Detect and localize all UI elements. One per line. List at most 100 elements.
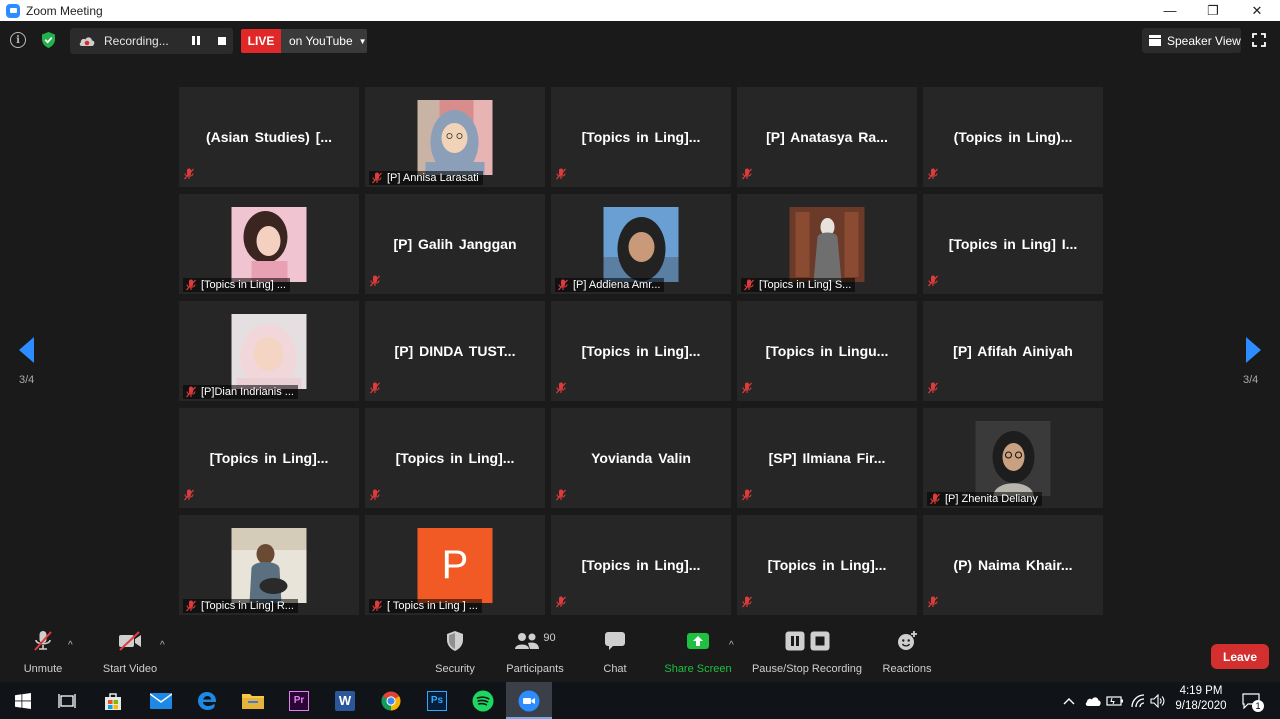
- reactions-button[interactable]: Reactions: [880, 626, 934, 682]
- stop-recording-icon[interactable]: [218, 37, 226, 45]
- participant-tile[interactable]: [SP] Ilmiana Fir...: [737, 408, 917, 508]
- mail-icon[interactable]: [138, 682, 184, 719]
- participant-tile[interactable]: [Topics in Ling] ...: [179, 194, 359, 294]
- participant-tile[interactable]: [P] Galih Janggan: [365, 194, 545, 294]
- photoshop-icon[interactable]: Ps: [414, 682, 460, 719]
- participant-tile[interactable]: [Topics in Ling] R...: [179, 515, 359, 615]
- avatar-letter: P: [441, 543, 469, 587]
- info-icon[interactable]: i: [10, 32, 26, 48]
- participant-tile[interactable]: (P) Naima Khair...: [923, 515, 1103, 615]
- chevron-down-icon: ▼: [358, 36, 367, 46]
- muted-mic-icon: [742, 382, 752, 394]
- participant-tile[interactable]: [P] Annisa Larasati: [365, 87, 545, 187]
- reactions-label: Reactions: [882, 663, 932, 675]
- video-camera-off-icon: [119, 631, 141, 651]
- microphone-muted-icon: [34, 631, 52, 651]
- clock-date: 9/18/2020: [1175, 700, 1227, 712]
- windows-start-icon[interactable]: [0, 682, 46, 719]
- participant-nameplate: [Topics in Ling] ...: [183, 278, 290, 292]
- restore-button[interactable]: ❐: [1190, 0, 1236, 21]
- chrome-icon[interactable]: [368, 682, 414, 719]
- participant-tile[interactable]: [P] DINDA TUST...: [365, 301, 545, 401]
- next-page-arrow-icon[interactable]: [1246, 337, 1261, 363]
- leave-button[interactable]: Leave: [1211, 644, 1269, 669]
- spotify-icon[interactable]: [460, 682, 506, 719]
- speaker-view-button[interactable]: Speaker View: [1142, 28, 1241, 53]
- participants-label: Participants: [506, 663, 564, 675]
- participant-tile[interactable]: [P] Anatasya Ra...: [737, 87, 917, 187]
- task-view-icon[interactable]: [44, 682, 90, 719]
- participant-nameplate: [P] Zhenita Deliany: [927, 492, 1042, 506]
- participant-tile[interactable]: [Topics in Ling]...: [551, 301, 731, 401]
- pause-icon: [785, 631, 804, 651]
- close-button[interactable]: ✕: [1234, 0, 1280, 21]
- participant-name: [P]Dian Indrianis ...: [201, 386, 294, 398]
- security-shield-icon: [447, 631, 463, 651]
- muted-indicator: [927, 167, 943, 185]
- participant-name: [SP] Ilmiana Fir...: [768, 450, 886, 466]
- action-center-icon[interactable]: 1: [1238, 682, 1264, 719]
- participant-tile[interactable]: [Topics in Lingu...: [737, 301, 917, 401]
- participant-tile[interactable]: [P] Zhenita Deliany: [923, 408, 1103, 508]
- live-badge[interactable]: LIVE: [241, 29, 281, 53]
- participant-video: [231, 314, 307, 389]
- onedrive-cloud-icon[interactable]: [1082, 682, 1104, 719]
- fullscreen-icon[interactable]: [1252, 33, 1266, 47]
- share-screen-arrow-icon: [687, 633, 709, 649]
- participant-nameplate: [Topics in Ling] S...: [741, 278, 856, 292]
- minimize-button[interactable]: —: [1147, 0, 1193, 21]
- participant-tile[interactable]: [Topics in Ling] S...: [737, 194, 917, 294]
- audio-options-caret-icon[interactable]: ^: [68, 640, 73, 651]
- security-button[interactable]: Security: [430, 626, 480, 682]
- participant-tile[interactable]: [P]Dian Indrianis ...: [179, 301, 359, 401]
- video-options-caret-icon[interactable]: ^: [160, 640, 165, 651]
- participant-name: [P] Zhenita Deliany: [945, 493, 1038, 505]
- premiere-pro-icon[interactable]: Pr: [276, 682, 322, 719]
- muted-mic-icon: [928, 168, 938, 180]
- premiere-pro-label: Pr: [289, 690, 309, 711]
- edge-browser-icon[interactable]: [184, 682, 230, 719]
- participant-nameplate: [ Topics in Ling ] ...: [369, 599, 482, 613]
- encryption-shield-icon[interactable]: [40, 31, 57, 49]
- pause-stop-recording-button[interactable]: Pause/Stop Recording: [750, 626, 864, 682]
- previous-page-arrow-icon[interactable]: [19, 337, 34, 363]
- participant-tile[interactable]: [Topics in Ling]...: [179, 408, 359, 508]
- participant-tile[interactable]: [P] Afifah Ainiyah: [923, 301, 1103, 401]
- participant-name: (P) Naima Khair...: [953, 557, 1073, 573]
- start-video-button[interactable]: Start Video: [100, 626, 160, 682]
- unmute-button[interactable]: Unmute: [20, 626, 66, 682]
- microsoft-store-icon[interactable]: [90, 682, 136, 719]
- stop-icon: [810, 631, 829, 651]
- participant-tile[interactable]: (Asian Studies) [...: [179, 87, 359, 187]
- wifi-icon[interactable]: [1128, 682, 1148, 719]
- show-hidden-icons-chevron-icon[interactable]: [1060, 682, 1078, 719]
- zoom-taskbar-icon[interactable]: [506, 682, 552, 719]
- volume-icon[interactable]: [1148, 682, 1168, 719]
- participant-name: [Topics in Ling]...: [767, 557, 887, 573]
- page-indicator-right: 3/4: [1243, 374, 1259, 386]
- participant-tile[interactable]: [Topics in Ling] I...: [923, 194, 1103, 294]
- muted-indicator: [741, 381, 757, 399]
- word-icon[interactable]: W: [322, 682, 368, 719]
- file-explorer-icon[interactable]: [230, 682, 276, 719]
- battery-icon[interactable]: [1104, 682, 1126, 719]
- participant-tile[interactable]: [Topics in Ling]...: [737, 515, 917, 615]
- live-stream-dropdown[interactable]: on YouTube ▼: [281, 29, 367, 53]
- share-options-caret-icon[interactable]: ^: [729, 640, 734, 651]
- page-indicator-left: 3/4: [19, 374, 35, 386]
- pause-recording-icon[interactable]: [192, 36, 202, 46]
- participant-tile[interactable]: P [ Topics in Ling ] ...: [365, 515, 545, 615]
- participant-tile[interactable]: (Topics in Ling)...: [923, 87, 1103, 187]
- participant-tile[interactable]: [P] Addiena Amr...: [551, 194, 731, 294]
- participant-tile[interactable]: Yovianda Valin: [551, 408, 731, 508]
- taskbar-clock[interactable]: 4:19 PM 9/18/2020: [1172, 684, 1230, 714]
- participant-name: [Topics in Ling]...: [581, 343, 701, 359]
- participant-tile[interactable]: [Topics in Ling]...: [551, 515, 731, 615]
- participant-tile[interactable]: [Topics in Ling]...: [551, 87, 731, 187]
- muted-mic-icon: [186, 386, 196, 398]
- participant-tile[interactable]: [Topics in Ling]...: [365, 408, 545, 508]
- chat-button[interactable]: Chat: [598, 626, 632, 682]
- share-screen-button[interactable]: Share Screen: [663, 626, 733, 682]
- participants-button[interactable]: 90 Participants: [503, 626, 567, 682]
- muted-mic-icon: [928, 596, 938, 608]
